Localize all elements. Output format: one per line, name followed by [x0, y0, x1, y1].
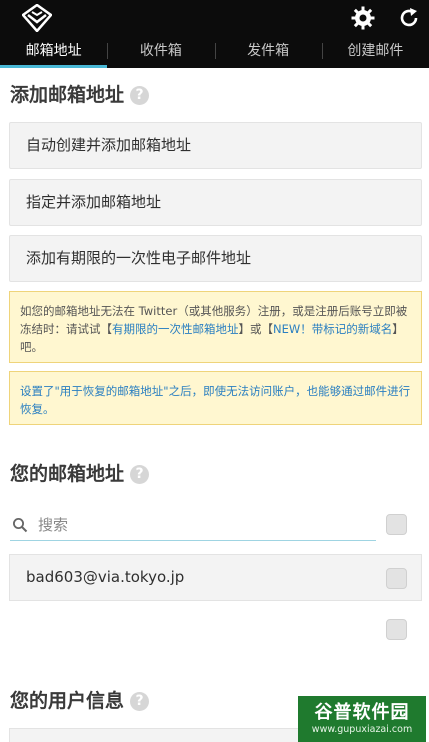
address-search — [10, 509, 376, 541]
user-info-title: 您的用户信息? — [10, 686, 150, 713]
tab-compose[interactable]: 创建邮件 — [321, 34, 429, 68]
gear-icon[interactable] — [351, 6, 375, 30]
tab-sent[interactable]: 发件箱 — [214, 34, 322, 68]
address-text: bad603@via.tokyo.jp — [26, 568, 185, 586]
select-all-checkbox[interactable] — [386, 514, 407, 535]
your-addresses-title-text: 您的邮箱地址 — [10, 463, 125, 485]
add-address-title-text: 添加邮箱地址 — [10, 84, 125, 106]
help-icon[interactable]: ? — [130, 692, 150, 711]
specify-address-button[interactable]: 指定并添加邮箱地址 — [9, 179, 422, 226]
new-domain-link[interactable]: NEW！带标记的新域名 — [273, 322, 392, 336]
help-icon[interactable]: ? — [130, 86, 150, 105]
recovery-notice-text: 设置了"用于恢复的邮箱地址"之后，即使无法访问账户，也能够通过邮件进行恢复。 — [20, 384, 411, 416]
disposable-address-button[interactable]: 添加有期限的一次性电子邮件地址 — [9, 235, 422, 282]
watermark-logo: 谷普软件园 www.gupuxiazai.com — [298, 696, 426, 742]
address-checkbox[interactable] — [386, 568, 407, 589]
recovery-notice[interactable]: 设置了"用于恢复的邮箱地址"之后，即使无法访问账户，也能够通过邮件进行恢复。 — [9, 371, 422, 425]
extra-checkbox[interactable] — [386, 619, 407, 640]
search-input[interactable] — [38, 512, 358, 538]
tab-inbox[interactable]: 收件箱 — [107, 34, 214, 68]
notice-text: 】或【 — [238, 322, 274, 336]
twitter-notice: 如您的邮箱地址无法在 Twitter（或其他服务）注册，或是注册后账号立即被冻结… — [9, 291, 422, 363]
your-addresses-title: 您的邮箱地址? — [10, 459, 150, 486]
main-tabs: 邮箱地址 收件箱 发件箱 创建邮件 — [0, 34, 429, 68]
address-list-item[interactable]: bad603@via.tokyo.jp — [9, 554, 422, 601]
watermark-main-text: 谷普软件园 — [314, 702, 410, 723]
add-address-title: 添加邮箱地址? — [10, 80, 150, 107]
search-icon — [13, 518, 28, 533]
auto-create-address-button[interactable]: 自动创建并添加邮箱地址 — [9, 122, 422, 169]
watermark-url-text: www.gupuxiazai.com — [311, 724, 413, 735]
user-info-title-text: 您的用户信息 — [10, 690, 125, 712]
tab-addresses[interactable]: 邮箱地址 — [0, 34, 108, 68]
disposable-address-link[interactable]: 有期限的一次性邮箱地址 — [112, 322, 239, 336]
refresh-icon[interactable] — [397, 6, 421, 30]
help-icon[interactable]: ? — [130, 465, 150, 484]
mailbox-logo-icon[interactable] — [22, 4, 52, 32]
app-header: 邮箱地址 收件箱 发件箱 创建邮件 — [0, 0, 429, 68]
